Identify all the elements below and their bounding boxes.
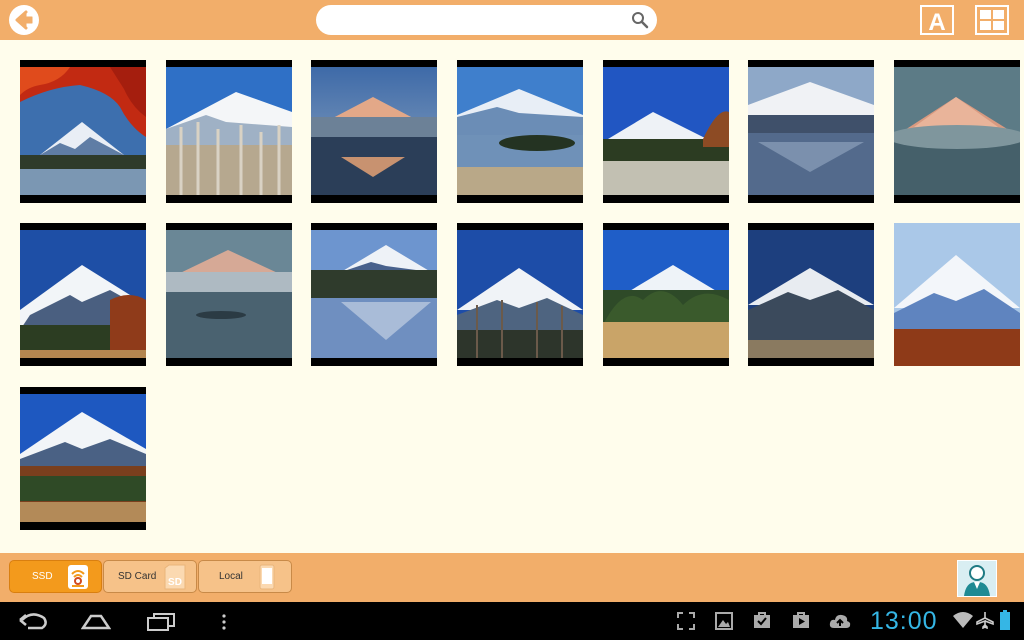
back-button[interactable] xyxy=(9,5,39,35)
tab-local[interactable]: Local xyxy=(198,560,292,593)
tab-sd-card[interactable]: SD Card SD xyxy=(103,560,197,593)
wifi-icon xyxy=(953,612,973,628)
photo-fuji-dark-slopes xyxy=(748,230,874,358)
photo-fuji-frosted-trees xyxy=(166,67,292,195)
sd-card-icon: SD xyxy=(164,564,186,589)
photo-thumbnail[interactable] xyxy=(603,223,729,366)
photo-fuji-autumn-maple xyxy=(20,67,146,195)
svg-text:SD: SD xyxy=(168,577,182,588)
tab-ssd[interactable]: SSD xyxy=(9,560,102,593)
photo-thumbnail[interactable] xyxy=(20,60,146,203)
nav-back-icon[interactable] xyxy=(18,612,48,632)
photo-fuji-snow-forest xyxy=(20,230,146,358)
photo-thumbnail[interactable] xyxy=(166,223,292,366)
photo-thumbnail[interactable] xyxy=(457,223,583,366)
nav-recents-icon[interactable] xyxy=(146,612,176,632)
photo-thumbnail[interactable] xyxy=(20,387,146,530)
search-bar[interactable] xyxy=(316,5,657,35)
gallery-notification-icon xyxy=(715,612,733,630)
photo-thumbnail[interactable] xyxy=(457,60,583,203)
photo-fuji-golden-grass xyxy=(603,230,729,358)
battery-icon xyxy=(1000,610,1010,630)
system-navigation-bar: 13:00 xyxy=(0,602,1024,640)
photo-fuji-lake-shore xyxy=(311,230,437,358)
photo-thumbnail[interactable] xyxy=(748,60,874,203)
shopping-bag-check-icon xyxy=(754,612,770,628)
photo-fuji-blue-sky xyxy=(603,67,729,195)
search-input[interactable] xyxy=(330,10,634,32)
account-avatar[interactable] xyxy=(957,560,997,597)
back-arrow-icon xyxy=(15,10,33,30)
photo-fuji-dawn-lake xyxy=(311,67,437,195)
photo-thumbnail[interactable] xyxy=(311,60,437,203)
tab-sd-card-label: SD Card xyxy=(118,571,157,582)
photo-grid xyxy=(0,40,1024,553)
photo-thumbnail[interactable] xyxy=(166,60,292,203)
photo-thumbnail[interactable] xyxy=(894,60,1020,203)
airplane-icon xyxy=(976,612,994,629)
wifi-drive-icon xyxy=(67,564,88,589)
photo-thumbnail[interactable] xyxy=(748,223,874,366)
expand-icon xyxy=(677,612,695,630)
photo-fuji-bare-trees xyxy=(457,230,583,358)
source-bar: SSD SD Card SD Local xyxy=(0,553,1024,602)
photo-fuji-fog-lake xyxy=(166,230,292,358)
photo-fuji-lake-island xyxy=(457,67,583,195)
search-icon[interactable] xyxy=(631,11,649,29)
photo-fuji-red-forest xyxy=(894,223,1020,366)
tab-local-label: Local xyxy=(219,571,243,582)
nav-home-icon[interactable] xyxy=(81,614,111,630)
tab-ssd-label: SSD xyxy=(32,571,53,582)
status-clock: 13:00 xyxy=(870,607,938,635)
font-size-button[interactable]: A xyxy=(920,5,954,35)
top-bar: A xyxy=(0,0,1024,40)
photo-thumbnail[interactable] xyxy=(311,223,437,366)
photo-fuji-autumn-field xyxy=(20,394,146,522)
play-store-icon xyxy=(793,612,809,628)
font-button-label: A xyxy=(928,9,945,35)
phone-icon xyxy=(259,564,275,589)
photo-thumbnail[interactable] xyxy=(603,60,729,203)
cloud-upload-icon xyxy=(829,614,851,628)
user-icon xyxy=(964,565,990,596)
photo-fuji-mist-reflection xyxy=(748,67,874,195)
menu-icon[interactable] xyxy=(221,614,227,630)
photo-fuji-pink-cloud xyxy=(894,67,1020,195)
photo-thumbnail[interactable] xyxy=(20,223,146,366)
grid-view-icon[interactable] xyxy=(975,5,1009,35)
photo-thumbnail[interactable] xyxy=(894,223,1020,366)
